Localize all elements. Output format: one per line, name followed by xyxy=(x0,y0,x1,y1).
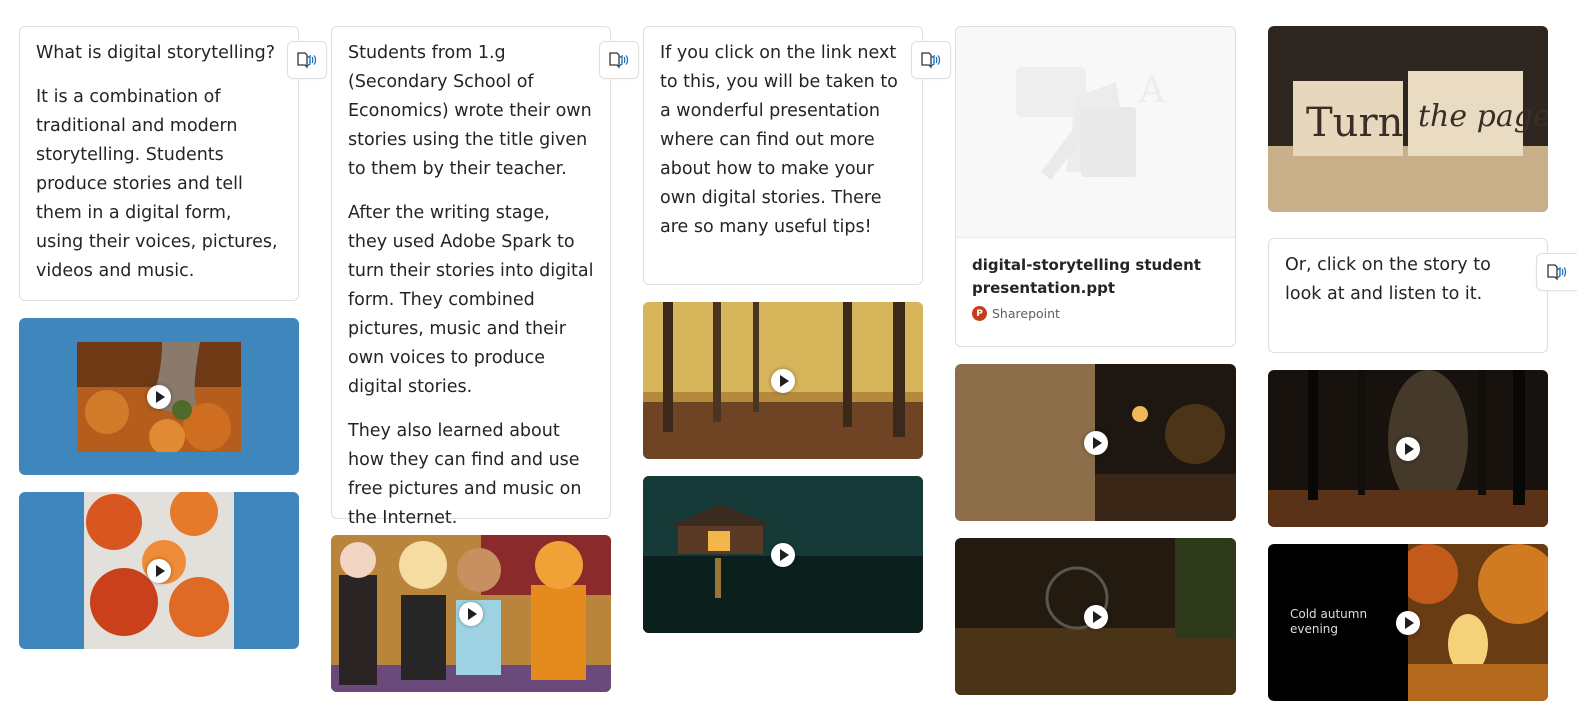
video-tile-cartoon-characters[interactable] xyxy=(331,535,611,692)
play-icon xyxy=(771,368,795,393)
svg-text:A: A xyxy=(1138,70,1166,111)
card-paragraph: Students from 1.g (Secondary School of E… xyxy=(348,43,592,179)
document-placeholder-icon: A xyxy=(1016,67,1166,180)
play-icon xyxy=(771,542,795,567)
play-icon xyxy=(147,558,171,583)
image-tile-turn-the-page[interactable]: Turn the page xyxy=(1268,26,1548,212)
cover-image: Turn the page xyxy=(1268,26,1548,212)
immersive-reader-icon xyxy=(297,52,317,69)
cover-text-left: Turn xyxy=(1306,100,1403,146)
card-body: Or, click on the story to look at and li… xyxy=(1285,255,1491,304)
immersive-reader-icon xyxy=(921,52,941,69)
video-tile-cold-autumn-evening[interactable]: Cold autumn evening xyxy=(1268,544,1548,701)
video-tile-autumn-tree[interactable] xyxy=(19,318,299,475)
immersive-reader-icon xyxy=(1547,264,1567,281)
play-icon xyxy=(1396,610,1420,635)
video-tile-forest-path[interactable] xyxy=(643,302,923,459)
file-preview-placeholder: A xyxy=(956,27,1235,238)
play-icon xyxy=(1083,604,1108,629)
file-title[interactable]: digital-storytelling student presentatio… xyxy=(972,254,1212,300)
video-tile-dark-path[interactable] xyxy=(955,538,1236,695)
card-paragraph: After the writing stage, they used Adobe… xyxy=(348,203,594,397)
play-icon xyxy=(459,601,483,626)
video-caption: Cold autumn evening xyxy=(1290,607,1368,636)
video-tile-maple-leaves[interactable] xyxy=(19,492,299,649)
video-tile-misty-forest[interactable] xyxy=(1268,370,1548,527)
text-card-students: Students from 1.g (Secondary School of E… xyxy=(331,26,611,528)
powerpoint-icon: P xyxy=(972,306,987,321)
play-icon xyxy=(1083,430,1108,455)
text-card-presentation-link: If you click on the link next to this, y… xyxy=(643,26,923,285)
immersive-reader-button[interactable] xyxy=(599,41,639,79)
card-body: It is a combination of traditional and m… xyxy=(36,87,278,281)
video-tile-night-street[interactable] xyxy=(955,364,1236,521)
video-tile-lake-house[interactable] xyxy=(643,476,923,633)
file-source-row: P Sharepoint xyxy=(972,306,1212,321)
video-thumbnail xyxy=(1408,544,1548,701)
file-source-label: Sharepoint xyxy=(992,306,1060,321)
immersive-reader-button[interactable] xyxy=(287,41,327,79)
text-card-click-story: Or, click on the story to look at and li… xyxy=(1268,238,1548,353)
file-card-presentation[interactable]: A digital-storytelling student presentat… xyxy=(955,26,1236,347)
play-icon xyxy=(147,384,171,409)
immersive-reader-button[interactable] xyxy=(1536,253,1577,291)
card-body: If you click on the link next to this, y… xyxy=(660,43,898,237)
immersive-reader-icon xyxy=(609,52,629,69)
cover-text-right: the page xyxy=(1418,99,1548,134)
immersive-reader-button[interactable] xyxy=(911,41,951,79)
card-paragraph: They also learned about how they can fin… xyxy=(348,421,582,528)
play-icon xyxy=(1396,436,1420,461)
text-card-what-is: What is digital storytelling? It is a co… xyxy=(19,26,299,301)
card-heading: What is digital storytelling? xyxy=(36,43,275,63)
